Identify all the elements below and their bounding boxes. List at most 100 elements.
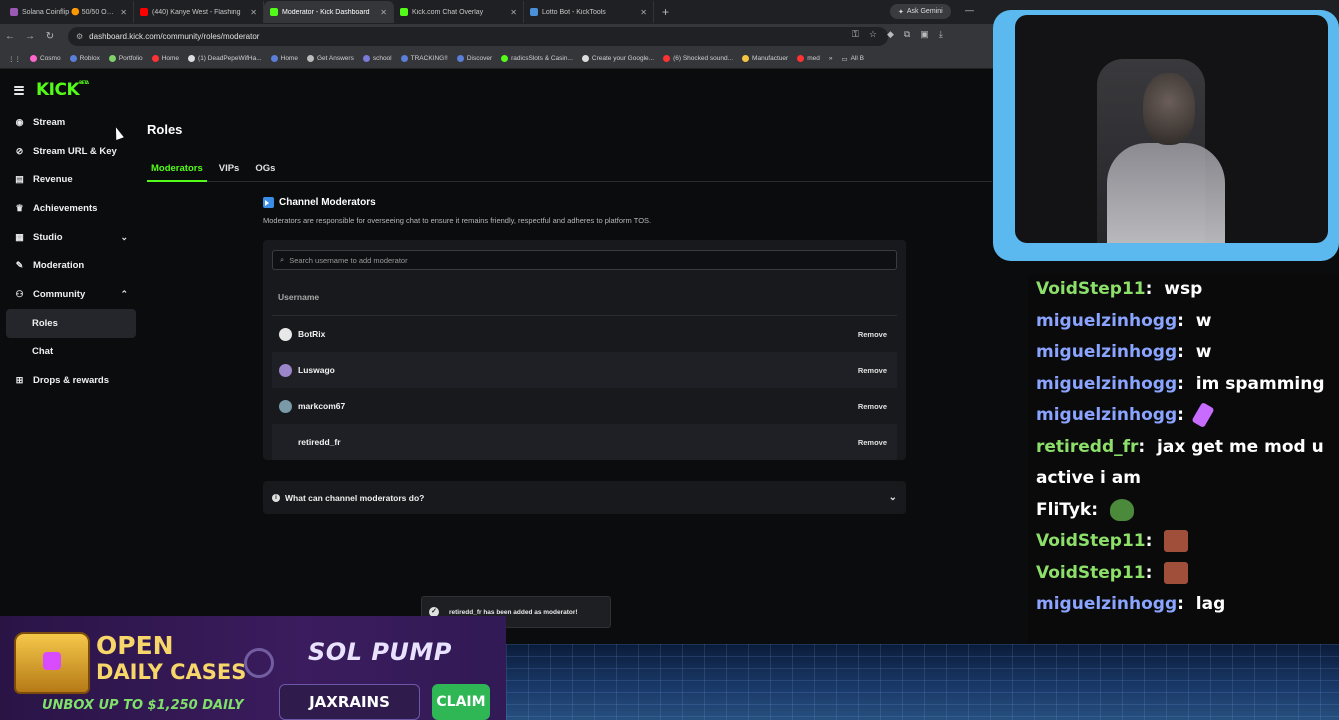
chat-text: jax get me mod u	[1157, 436, 1324, 457]
bookmark-item[interactable]: med	[797, 55, 820, 62]
all-bookmarks-folder[interactable]: ▭ All B	[841, 55, 864, 63]
back-icon[interactable]: ←	[0, 31, 20, 42]
bookmark-item[interactable]: TRACKING!!	[400, 55, 448, 62]
bookmark-item[interactable]: Roblox	[69, 55, 100, 62]
browser-tab[interactable]: Solana Coinflip 🟠 50/50 Odds ✕	[4, 1, 134, 23]
sidebar-item-community[interactable]: ⚇ Community ⌃	[6, 280, 136, 309]
moderator-search-input[interactable]: ⌕ Search username to add moderator	[272, 250, 897, 270]
remove-button[interactable]: Remove	[858, 330, 887, 339]
bookmark-item[interactable]: (1) DeadPepeWifHa...	[188, 55, 262, 62]
download-icon[interactable]: ⤓	[939, 29, 943, 40]
bookmark-item[interactable]: Manufactuer	[742, 55, 788, 62]
remove-button[interactable]: Remove	[858, 402, 887, 411]
avatar	[279, 399, 292, 413]
sidebar-item-label: Chat	[32, 346, 54, 358]
forward-icon[interactable]: →	[20, 31, 40, 42]
moderator-badge-icon	[263, 197, 274, 208]
sidebar-item-studio[interactable]: ▦ Studio ⌄	[6, 223, 136, 252]
sidebar-item-label: Moderation	[33, 260, 85, 272]
bookmark-item[interactable]: Portfolio	[108, 55, 143, 62]
banner-open-text: OPEN	[96, 631, 174, 660]
claim-button: CLAIM	[432, 684, 490, 720]
puzzle-icon[interactable]: ⧉	[904, 29, 910, 40]
new-tab-button[interactable]: +	[654, 5, 677, 19]
reload-icon[interactable]: ↻	[40, 31, 60, 42]
bookmark-item[interactable]: Create your Google...	[581, 55, 654, 62]
bookmark-item[interactable]: (6) Shocked sound...	[663, 55, 733, 62]
close-icon[interactable]: ✕	[250, 8, 257, 17]
kick-logo[interactable]: KICKBETA	[36, 80, 89, 100]
sidebar-item-revenue[interactable]: ▤ Revenue	[6, 165, 136, 194]
favicon-icon	[400, 8, 408, 16]
tab-vips[interactable]: VIPs	[215, 160, 244, 182]
remove-button[interactable]: Remove	[858, 438, 887, 447]
sidebar-item-roles[interactable]: Roles	[6, 308, 136, 338]
beta-badge: BETA	[79, 80, 89, 85]
chat-username: retiredd_fr	[1036, 436, 1139, 457]
ask-gemini-button[interactable]: ✦ Ask Gemini	[890, 4, 951, 19]
sponsor-banner: OPEN DAILY CASES UNBOX UP TO $1,250 DAIL…	[0, 616, 506, 720]
bookmark-item[interactable]: Cosmo	[30, 55, 61, 62]
bookmark-item[interactable]: school	[362, 55, 392, 62]
chat-message: miguelzinhogg: w	[1036, 342, 1212, 362]
favicon-icon	[10, 8, 18, 16]
bookmark-item[interactable]: radicsSlots & Casin...	[501, 55, 573, 62]
sidebar-item-chat[interactable]: Chat	[6, 338, 136, 367]
bookmark-item[interactable]: Get Answers	[306, 55, 354, 62]
tab-moderators[interactable]: Moderators	[147, 160, 207, 182]
tab-label: Lotto Bot - KickTools	[542, 8, 606, 16]
bookmark-item[interactable]: Home	[270, 55, 298, 62]
solpump-logo: SOL PUMP	[308, 638, 452, 666]
faq-accordion[interactable]: i What can channel moderators do? ⌄	[263, 481, 906, 514]
key-icon[interactable]: ⚿	[852, 29, 859, 40]
bookmark-label: Home	[161, 55, 180, 62]
favicon-icon	[140, 8, 148, 16]
browser-tab[interactable]: (440) Kanye West - Flashing ✕	[134, 1, 264, 23]
sidebar-item-moderation[interactable]: ✎ Moderation	[6, 251, 136, 280]
wallet-icon: ▤	[15, 174, 24, 185]
studio-icon: ▦	[15, 231, 24, 242]
chat-username: miguelzinhogg	[1036, 594, 1178, 614]
chat-username: miguelzinhogg	[1036, 373, 1178, 394]
sidebar-item-label: Community	[33, 288, 86, 300]
address-bar-actions: ⚿ ☆ ◆ ⧉ ▣ ⤓	[852, 29, 943, 40]
apps-icon[interactable]: ⋮⋮	[8, 55, 21, 63]
person-head	[1143, 73, 1195, 145]
section-title: Channel Moderators	[279, 197, 376, 208]
url-field[interactable]: ⚙ dashboard.kick.com/community/roles/mod…	[68, 27, 888, 46]
extension-icon[interactable]: ◆	[887, 29, 894, 40]
menu-icon[interactable]	[14, 85, 24, 95]
browser-tab-active[interactable]: Moderator - Kick Dashboard ✕	[264, 1, 394, 23]
site-info-icon[interactable]: ⚙	[76, 32, 83, 41]
bookmark-item[interactable]: Home	[151, 55, 180, 62]
avatar	[279, 363, 292, 377]
sidepanel-icon[interactable]: ▣	[920, 29, 929, 40]
bookmark-icon	[69, 55, 77, 62]
close-icon[interactable]: ✕	[510, 8, 517, 17]
table-row: markcom67 Remove	[272, 388, 897, 424]
crystal-emote-icon	[1191, 401, 1215, 429]
bookmark-icon	[108, 55, 116, 62]
gemini-icon: ✦	[898, 8, 904, 16]
chat-username: VoidStep11	[1036, 279, 1146, 299]
close-icon[interactable]: ✕	[120, 8, 127, 17]
bookmark-label: Roblox	[79, 55, 100, 62]
browser-tab[interactable]: Lotto Bot - KickTools ✕	[524, 1, 654, 23]
bookmark-icon	[581, 55, 589, 62]
tab-ogs[interactable]: OGs	[251, 160, 279, 182]
bookmark-label: TRACKING!!	[410, 55, 448, 62]
bookmark-item[interactable]: Discover	[456, 55, 492, 62]
roles-tabs: Moderators VIPs OGs	[147, 160, 992, 182]
link-icon: ⊘	[15, 145, 24, 156]
close-icon[interactable]: ✕	[380, 8, 387, 17]
sidebar-item-stream-url[interactable]: ⊘ Stream URL & Key	[6, 137, 136, 166]
close-icon[interactable]: ✕	[640, 8, 647, 17]
minimize-button[interactable]: —	[965, 5, 974, 15]
browser-tab[interactable]: Kick.com Chat Overlay ✕	[394, 1, 524, 23]
remove-button[interactable]: Remove	[858, 366, 887, 375]
more-bookmarks-icon[interactable]: »	[829, 55, 833, 62]
bookmark-label: (6) Shocked sound...	[673, 55, 734, 62]
sidebar-item-drops[interactable]: ⊞ Drops & rewards	[6, 366, 136, 395]
star-icon[interactable]: ☆	[869, 29, 877, 40]
sidebar-item-achievements[interactable]: ♛ Achievements	[6, 194, 136, 223]
